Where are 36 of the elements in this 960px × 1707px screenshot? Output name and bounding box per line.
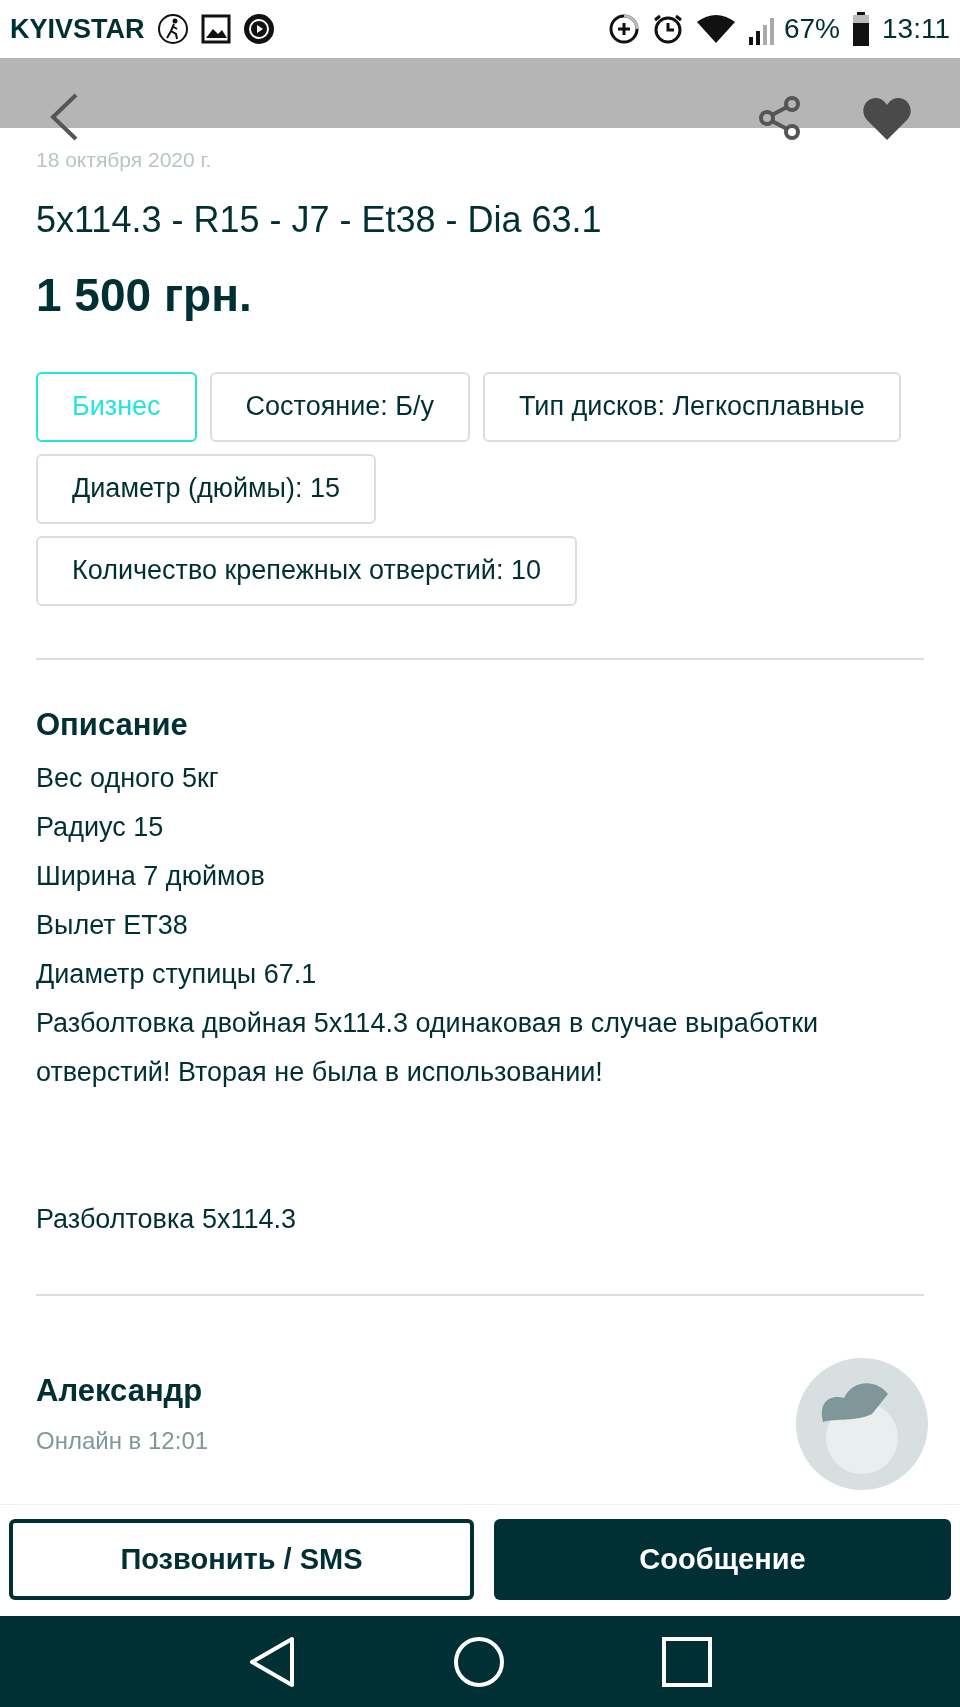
back-icon[interactable] bbox=[248, 1635, 297, 1688]
description-text: Вылет ET38 bbox=[36, 909, 189, 943]
description-text: Вес одного 5кг bbox=[36, 762, 220, 796]
carrier-name: KYIVSTAR bbox=[10, 12, 145, 46]
parameter-tag: Диаметр (дюймы): 15 bbox=[36, 453, 377, 524]
parameter-tag: Тип дисков: Легкосплавные bbox=[483, 371, 901, 442]
price: 1 500 грн. bbox=[36, 267, 253, 323]
business-tag: Бизнес bbox=[36, 371, 197, 442]
seller-name: Александр bbox=[36, 1372, 204, 1411]
post-date: 18 октября 2020 г. bbox=[36, 147, 213, 173]
battery-icon bbox=[852, 12, 870, 46]
listing-title: 5x114.3 - R15 - J7 - Et38 - Dia 63.1 bbox=[36, 197, 603, 241]
parameter-tag: Состояние: Б/у bbox=[209, 371, 471, 442]
home-icon[interactable] bbox=[453, 1635, 505, 1688]
description-text: Разболтовка двойная 5x114.3 одинаковая в случае выработки отверстий! Вторая не была в использовании! bbox=[36, 1007, 820, 1090]
heart-icon[interactable] bbox=[862, 96, 912, 142]
data-saver-icon bbox=[607, 13, 640, 45]
description-text: Диаметр ступицы 67.1 bbox=[36, 958, 318, 992]
play-icon bbox=[242, 13, 275, 45]
wifi-icon bbox=[695, 14, 736, 44]
battery-level: 67% bbox=[783, 12, 840, 46]
clock: 13:11 bbox=[882, 12, 950, 46]
call-button[interactable]: Позвонить / SMS bbox=[9, 1519, 474, 1600]
section-heading: Описание bbox=[36, 705, 189, 744]
recent-apps-icon[interactable] bbox=[661, 1636, 712, 1687]
share-icon[interactable] bbox=[758, 96, 802, 140]
parameter-tag: Количество крепежных отверстий: 10 bbox=[36, 535, 577, 606]
image-icon bbox=[200, 14, 231, 44]
last-seen: Онлайн в 12:01 bbox=[36, 1425, 209, 1456]
back-icon[interactable] bbox=[48, 92, 80, 142]
message-button[interactable]: Сообщение bbox=[494, 1519, 951, 1600]
description-text: Радиус 15 bbox=[36, 811, 165, 845]
description-text: Ширина 7 дюймов bbox=[36, 860, 266, 894]
description-text: Разболтовка 5x114.3 bbox=[36, 1203, 297, 1237]
walking-icon bbox=[156, 13, 189, 45]
alarm-icon bbox=[651, 13, 684, 45]
